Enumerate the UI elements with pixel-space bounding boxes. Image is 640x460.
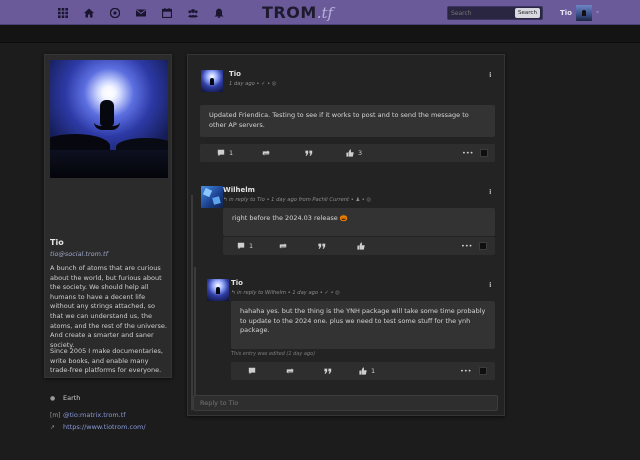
reshare-button[interactable] [262, 144, 270, 162]
chevron-down-icon: ▾ [595, 9, 599, 16]
post-action-bar: 1 ••• [223, 237, 495, 255]
post-body: right before the 2024.03 release 🎃 [223, 208, 495, 236]
post-body: hahaha yes. but the thing is the YNH pac… [231, 301, 495, 349]
profile-name[interactable]: Tio [50, 238, 64, 247]
ellipsis-icon: ••• [461, 242, 473, 250]
quote-icon [324, 368, 332, 374]
envelope-icon[interactable] [128, 0, 154, 25]
post-meta: 1 day ago • ✓ • ◎ [229, 81, 277, 87]
home-icon[interactable] [76, 0, 102, 25]
profile-card: Tio tio@social.trom.tf A bunch of atoms … [44, 54, 172, 431]
post-avatar[interactable] [201, 186, 223, 208]
profile-matrix-link[interactable]: @tio:matrix.trom.tf [63, 411, 126, 419]
profile-bio-2: Since 2005 I make documentaries, write b… [50, 347, 163, 375]
quote-icon [305, 150, 313, 156]
profile-matrix-row: [m] @tio:matrix.trom.tf [50, 409, 170, 421]
reply-input[interactable] [193, 395, 498, 411]
profile-photo[interactable] [50, 60, 168, 178]
apps-grid-icon[interactable] [50, 0, 76, 25]
post-body: Updated Friendica. Testing to see if it … [200, 105, 495, 137]
thumbs-up-icon [346, 149, 354, 157]
search-input[interactable] [451, 7, 513, 19]
post-options-icon[interactable]: ⁝ [489, 188, 497, 196]
profile-meta: ● Earth [m] @tio:matrix.trom.tf ↗ https:… [50, 392, 170, 433]
profile-website-row: ↗ https://www.tiotrom.com/ [50, 421, 170, 433]
profile-location-row: ● Earth [50, 392, 170, 404]
thread-line-nested [194, 267, 196, 408]
more-options-button[interactable]: ••• [462, 144, 474, 162]
comment-icon [248, 367, 256, 375]
post-action-bar: 1 ••• [231, 362, 495, 380]
bell-icon[interactable] [206, 0, 232, 25]
edited-note: This entry was edited (1 day ago) [231, 351, 316, 357]
retweet-icon [262, 150, 270, 156]
external-link-icon: ↗ [50, 423, 56, 431]
thumbs-up-icon [359, 367, 367, 375]
post-author[interactable]: Tio [229, 70, 241, 78]
quote-icon [318, 243, 326, 249]
quote-button[interactable] [305, 144, 313, 162]
top-navbar: TROM .tf Search Tio ▾ [0, 0, 640, 25]
post-options-icon[interactable]: ⁝ [489, 281, 497, 289]
post-meta: ↰ in reply to Tio • 1 day ago from Pachl… [223, 197, 371, 203]
comment-icon [237, 242, 245, 250]
like-button[interactable]: 3 [346, 144, 362, 162]
comment-count: 1 [249, 242, 254, 250]
thread-line [191, 195, 193, 410]
like-count: 3 [358, 149, 363, 157]
user-menu-avatar [575, 4, 592, 21]
like-button[interactable]: 1 [359, 362, 375, 380]
site-logo[interactable]: TROM .tf [262, 3, 333, 22]
user-menu-name: Tio [560, 8, 572, 17]
post-author[interactable]: Tio [231, 279, 243, 287]
select-checkbox[interactable] [479, 367, 487, 375]
post-options-icon[interactable]: ⁝ [489, 71, 497, 79]
post-avatar[interactable] [207, 279, 229, 301]
map-marker-icon: ● [50, 394, 56, 402]
profile-website-link[interactable]: https://www.tiotrom.com/ [63, 423, 146, 431]
users-icon[interactable] [180, 0, 206, 25]
ellipsis-icon: ••• [460, 367, 472, 375]
reshare-button[interactable] [279, 237, 287, 255]
select-checkbox[interactable] [479, 242, 487, 250]
logo-text: TROM [262, 3, 317, 22]
conversation-thread: Tio 1 day ago • ✓ • ◎ ⁝ Updated Friendic… [187, 54, 505, 416]
like-button[interactable] [357, 237, 365, 255]
comment-button[interactable]: 1 [217, 144, 233, 162]
more-options-button[interactable]: ••• [460, 362, 472, 380]
comment-icon [217, 149, 225, 157]
post-action-bar: 1 3 ••• [200, 144, 495, 162]
profile-location: Earth [63, 394, 81, 402]
post-meta: ↰ in reply to Wilhelm • 1 day ago • ✓ • … [231, 290, 340, 296]
retweet-icon [286, 368, 294, 374]
search-form: Search [447, 6, 543, 20]
search-button[interactable]: Search [515, 8, 540, 18]
comment-button[interactable]: 1 [237, 237, 253, 255]
comment-button[interactable] [248, 362, 256, 380]
post-avatar[interactable] [201, 70, 223, 92]
matrix-icon: [m] [50, 411, 61, 419]
retweet-icon [279, 243, 287, 249]
logo-tld: .tf [316, 4, 334, 22]
profile-bio: A bunch of atoms that are curious about … [50, 264, 167, 349]
calendar-icon[interactable] [154, 0, 180, 25]
secondary-bar [0, 25, 640, 43]
quote-button[interactable] [324, 362, 332, 380]
nav-icons [50, 0, 232, 25]
reshare-button[interactable] [286, 362, 294, 380]
like-count: 1 [371, 367, 376, 375]
post-author[interactable]: Wilhelm [223, 186, 255, 194]
thumbs-up-icon [357, 242, 365, 250]
user-menu[interactable]: Tio ▾ [560, 4, 599, 21]
more-options-button[interactable]: ••• [461, 237, 473, 255]
comment-count: 1 [229, 149, 234, 157]
profile-handle[interactable]: tio@social.trom.tf [50, 250, 108, 258]
select-checkbox[interactable] [480, 149, 488, 157]
quote-button[interactable] [318, 237, 326, 255]
ellipsis-icon: ••• [462, 149, 474, 157]
network-icon[interactable] [102, 0, 128, 25]
